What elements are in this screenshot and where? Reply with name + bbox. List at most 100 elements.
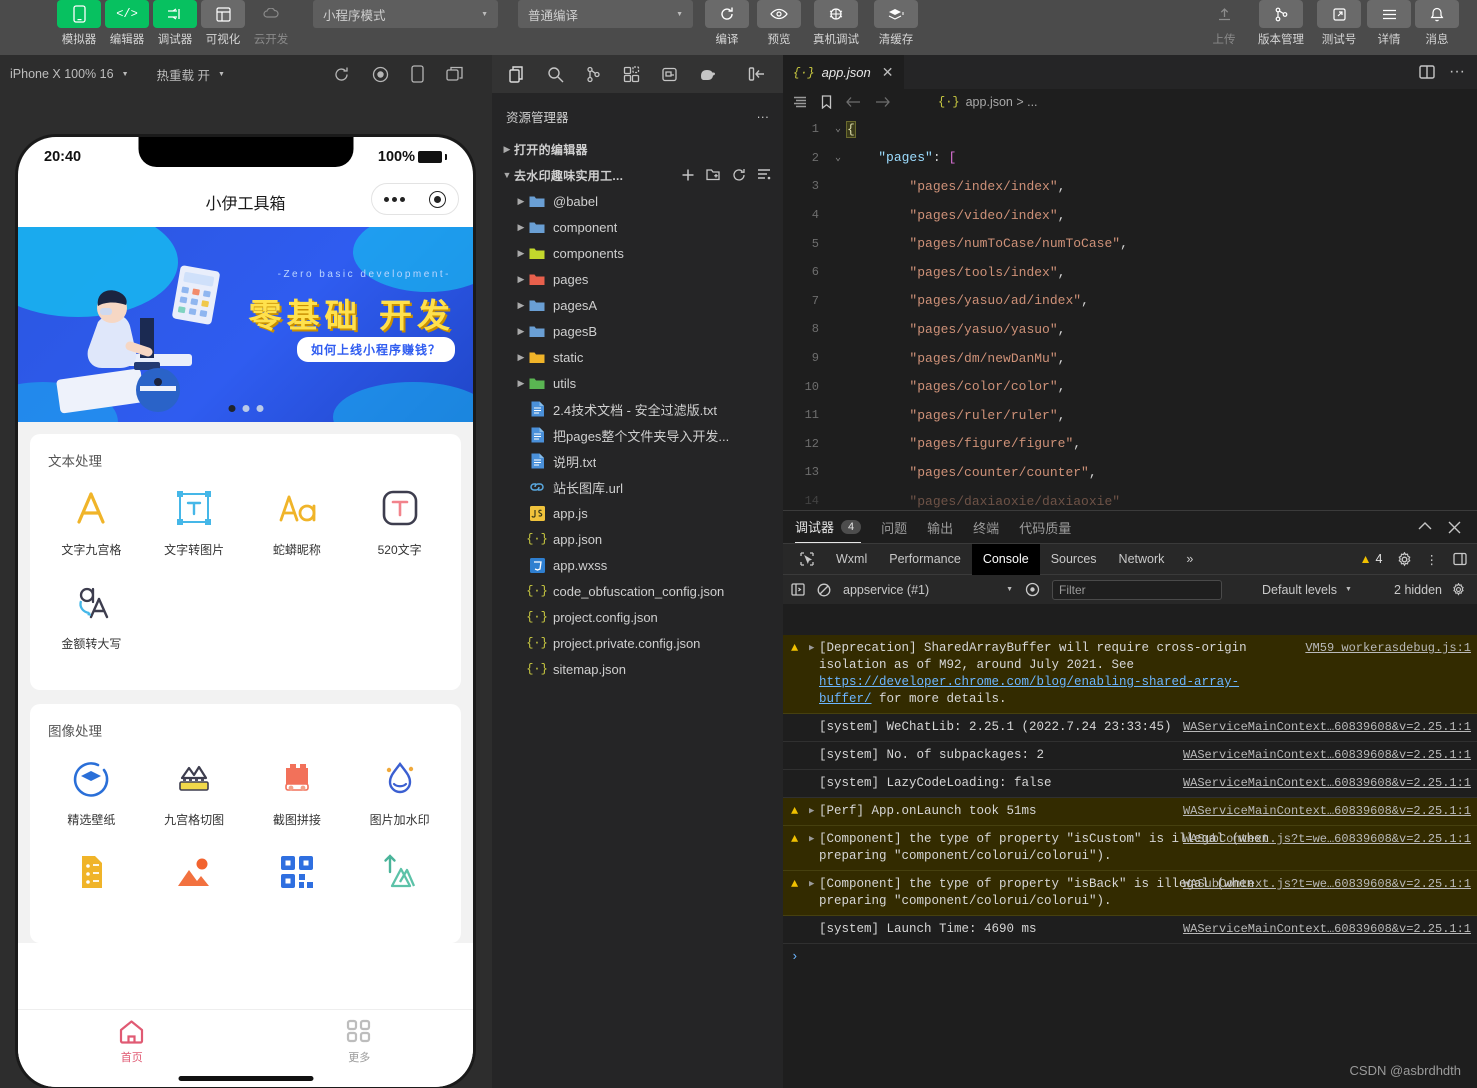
toolbar-button-messages[interactable]: 消息 [1413, 0, 1461, 47]
console-sidebar-icon[interactable] [791, 583, 805, 596]
banner-indicator-dots[interactable] [228, 405, 263, 412]
mode-select[interactable]: 小程序模式 ▼ [313, 0, 498, 28]
warning-count-badge[interactable]: ▲ 4 [1360, 552, 1383, 566]
toolbar-button-simulator[interactable]: 模拟器 [55, 0, 103, 47]
toolbar-button-clear-cache[interactable]: 清缓存 [867, 0, 925, 47]
explorer-folder-row[interactable]: ▶components [492, 240, 783, 266]
devtools-tab[interactable]: » [1175, 544, 1204, 575]
toolbar-button-editor[interactable]: </> 编辑器 [103, 0, 151, 47]
toolbar-button-cloud[interactable]: 云开发 [247, 0, 295, 47]
console-message[interactable]: ▲▶[Component] the type of property "isCu… [783, 826, 1477, 871]
clear-console-icon[interactable] [817, 583, 831, 597]
close-icon[interactable]: ✕ [882, 64, 894, 81]
files-icon[interactable] [498, 57, 536, 91]
tool-item-watermark[interactable]: 图片加水印 [348, 754, 451, 828]
log-levels-select[interactable]: Default levels ▼ [1262, 583, 1352, 597]
tool-item-wallpaper[interactable]: 精选壁纸 [40, 754, 143, 828]
console-message-source[interactable]: VM59 workerasdebug.js:1 [1305, 640, 1471, 657]
source-control-icon[interactable] [574, 57, 612, 91]
toolbar-button-real-device-debug[interactable]: 真机调试 [805, 0, 867, 47]
explorer-file-row[interactable]: ▶app.js [492, 500, 783, 526]
tool-item-stitch[interactable]: 截图拼接 [246, 754, 349, 828]
explorer-file-row[interactable]: ▶2.4技术文档 - 安全过滤版.txt [492, 396, 783, 422]
editor-tab-app-json[interactable]: {·} app.json ✕ [783, 55, 904, 89]
chevron-up-icon[interactable] [1418, 521, 1432, 534]
device-select[interactable]: iPhone X 100% 16 ▼ [10, 67, 129, 81]
tool-item-text-grid[interactable]: 文字九宫格 [40, 484, 143, 558]
console-message-source[interactable]: WAServiceMainContext…60839608&v=2.25.1:1 [1183, 719, 1471, 736]
console-message[interactable]: [system] No. of subpackages: 2WAServiceM… [783, 742, 1477, 770]
explorer-file-row[interactable]: ▶{·}app.json [492, 526, 783, 552]
console-message-source[interactable]: WAServiceMainContext…60839608&v=2.25.1:1 [1183, 803, 1471, 820]
dock-icon[interactable] [1453, 552, 1467, 566]
compile-select[interactable]: 普通编译 ▼ [518, 0, 693, 28]
gear-icon[interactable] [1452, 583, 1465, 596]
explorer-file-row[interactable]: ▶{·}project.config.json [492, 604, 783, 630]
explorer-folder-row[interactable]: ▶@babel [492, 188, 783, 214]
back-arrow-icon[interactable] [846, 96, 861, 108]
explorer-open-editors[interactable]: ▶ 打开的编辑器 [492, 136, 783, 162]
phone-simulator[interactable]: 20:40 100% 小伊工具箱 [18, 137, 473, 1087]
explorer-file-row[interactable]: ▶{·}code_obfuscation_config.json [492, 578, 783, 604]
console-message-source[interactable]: WAServiceMainContext…60839608&v=2.25.1:1 [1183, 775, 1471, 792]
panel-tab[interactable]: 终端 [973, 511, 999, 543]
home-banner[interactable]: -Zero basic development- 零基础 开发 如何上线小程序赚… [18, 227, 473, 422]
inspect-icon[interactable] [789, 544, 825, 575]
ellipsis-icon[interactable]: ··· [757, 110, 770, 124]
tool-item-qrcode[interactable] [246, 848, 349, 905]
console-message[interactable]: ▲▶[Deprecation] SharedArrayBuffer will r… [783, 635, 1477, 714]
windows-icon[interactable] [446, 66, 464, 82]
console-message-source[interactable]: WASubContext.js?t=we…60839608&v=2.25.1:1 [1183, 831, 1471, 848]
console-filter-input[interactable]: Filter [1052, 580, 1222, 600]
console-message[interactable]: [system] Launch Time: 4690 msWAServiceMa… [783, 916, 1477, 944]
toolbar-button-details[interactable]: 详情 [1365, 0, 1413, 47]
tool-item-nickname[interactable]: 蛇蟒昵称 [246, 484, 349, 558]
explorer-file-row[interactable]: ▶{·}project.private.config.json [492, 630, 783, 656]
console-output[interactable]: ▲▶[Deprecation] SharedArrayBuffer will r… [783, 635, 1477, 1088]
panel-tab[interactable]: 输出 [927, 511, 953, 543]
explorer-project-root[interactable]: ▼ 去水印趣味实用工... [492, 162, 783, 188]
tool-item-amount-upper[interactable]: 金额转大写 [40, 578, 143, 652]
hand-icon[interactable] [688, 57, 726, 91]
new-file-icon[interactable] [681, 168, 695, 182]
cloud-db-icon[interactable] [650, 57, 688, 91]
devtools-tab[interactable]: Console [972, 544, 1040, 575]
tool-item-grid-cut[interactable]: 九宫格切图 [143, 754, 246, 828]
devtools-tab[interactable]: Network [1108, 544, 1176, 575]
console-message[interactable]: [system] LazyCodeLoading: falseWAService… [783, 770, 1477, 798]
expand-arrow-icon[interactable]: ▶ [809, 640, 819, 708]
explorer-file-row[interactable]: ▶{·}sitemap.json [492, 656, 783, 682]
explorer-folder-row[interactable]: ▶component [492, 214, 783, 240]
panel-tab[interactable]: 代码质量 [1019, 511, 1071, 543]
rotate-icon[interactable] [333, 66, 350, 83]
explorer-folder-row[interactable]: ▶pagesB [492, 318, 783, 344]
new-folder-icon[interactable] [706, 168, 721, 182]
explorer-file-row[interactable]: ▶说明.txt [492, 448, 783, 474]
toolbar-button-preview[interactable]: 预览 [753, 0, 805, 47]
context-select[interactable]: appservice (#1) ▼ [843, 583, 1013, 597]
explorer-folder-row[interactable]: ▶static [492, 344, 783, 370]
logout-icon[interactable] [738, 57, 776, 91]
device-icon[interactable] [411, 65, 424, 83]
tool-item-text-to-image[interactable]: 文字转图片 [143, 484, 246, 558]
devtools-tab[interactable]: Wxml [825, 544, 878, 575]
tool-item-520-text[interactable]: 520文字 [348, 484, 451, 558]
eye-icon[interactable] [1025, 582, 1040, 597]
toolbar-button-debugger[interactable]: 调试器 [151, 0, 199, 47]
toolbar-button-compile[interactable]: 编译 [701, 0, 753, 47]
expand-arrow-icon[interactable]: ▶ [809, 831, 819, 865]
expand-arrow-icon[interactable]: ▶ [809, 803, 819, 820]
collapse-icon[interactable] [757, 168, 771, 182]
console-message-source[interactable]: WAServiceMainContext…60839608&v=2.25.1:1 [1183, 747, 1471, 764]
forward-arrow-icon[interactable] [875, 96, 890, 108]
panel-tab[interactable]: 问题 [881, 511, 907, 543]
close-icon[interactable] [1448, 521, 1461, 534]
refresh-icon[interactable] [732, 168, 746, 182]
explorer-folder-row[interactable]: ▶utils [492, 370, 783, 396]
tool-item-mountain[interactable] [143, 848, 246, 905]
console-message[interactable]: [system] WeChatLib: 2.25.1 (2022.7.24 23… [783, 714, 1477, 742]
kebab-icon[interactable]: ⋮ [1426, 552, 1440, 567]
panel-tab[interactable]: 调试器4 [795, 511, 861, 543]
console-link[interactable]: https://developer.chrome.com/blog/enabli… [819, 675, 1239, 706]
outline-icon[interactable] [793, 96, 807, 108]
